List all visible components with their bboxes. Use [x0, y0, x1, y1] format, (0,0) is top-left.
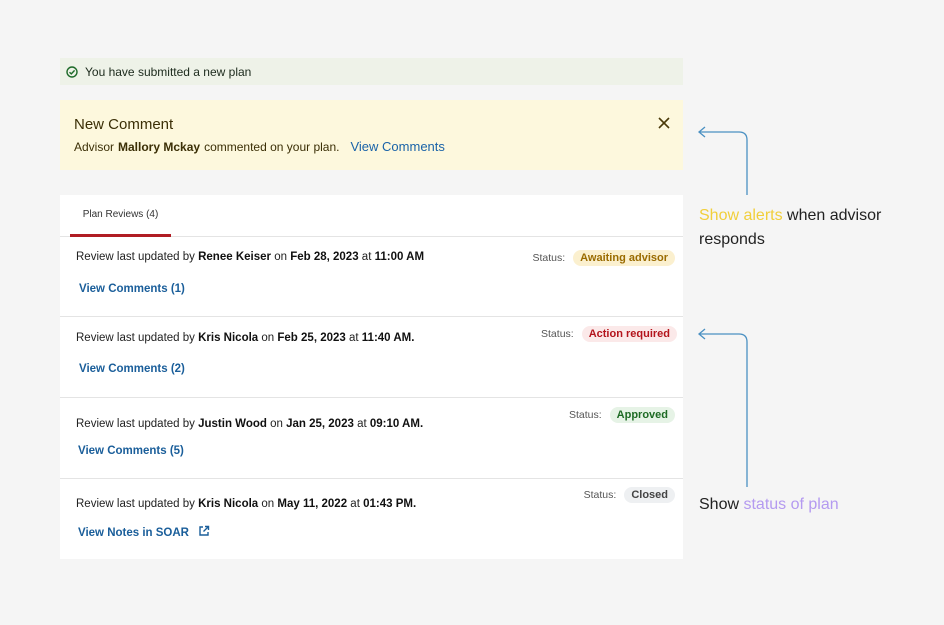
status-label: Status:	[568, 409, 602, 421]
external-link-icon	[198, 525, 210, 537]
status-badge: Approved	[609, 407, 675, 423]
review-time: 11:40 AM.	[361, 332, 415, 344]
alert-prefix: Advisor	[74, 140, 115, 154]
annotation-text: Show	[699, 496, 740, 513]
status-label: Status:	[583, 489, 617, 501]
review-at: at	[361, 251, 372, 263]
view-comments-link[interactable]: View Comments (1)	[79, 283, 185, 295]
review-at: at	[357, 418, 367, 430]
review-date: May 11, 2022	[277, 498, 348, 510]
alert-body: Advisor Mallory Mckay commented on your …	[74, 139, 669, 154]
review-summary: Review last updated by Kris Nicola on Fe…	[76, 332, 414, 344]
review-date: Feb 28, 2023	[290, 251, 359, 263]
review-at: at	[350, 498, 360, 510]
tab-plan-reviews[interactable]: Plan Reviews (4)	[70, 195, 171, 237]
review-on: on	[261, 498, 275, 510]
status-badge: Action required	[581, 326, 677, 342]
status-group: Status: Closed	[584, 487, 675, 503]
status-label: Status:	[541, 328, 574, 340]
review-on: on	[274, 251, 287, 263]
review-date: Feb 25, 2023	[277, 332, 346, 344]
reviewer-name: Kris Nicola	[198, 498, 259, 510]
review-summary: Review last updated by Justin Wood on Ja…	[76, 418, 423, 430]
new-comment-alert: New Comment Advisor Mallory Mckay commen…	[60, 100, 683, 170]
review-row: Review last updated by Justin Wood on Ja…	[60, 398, 683, 479]
success-message: You have submitted a new plan	[85, 64, 252, 79]
status-group: Status: Awaiting advisor	[532, 250, 675, 266]
view-comments-link[interactable]: View Comments (2)	[79, 363, 185, 375]
review-summary: Review last updated by Kris Nicola on Ma…	[76, 498, 416, 510]
view-comments-link[interactable]: View Comments (5)	[78, 445, 184, 457]
plan-reviews-card: Plan Reviews (4) Review last updated by …	[60, 195, 683, 559]
status-group: Status: Action required	[541, 326, 677, 342]
status-group: Status: Approved	[569, 407, 675, 423]
annotation-alerts: Show alerts when advisor responds	[699, 204, 939, 252]
review-row: Review last updated by Kris Nicola on Fe…	[60, 317, 683, 398]
tab-bar: Plan Reviews (4)	[60, 195, 683, 237]
review-intro: Review last updated by	[76, 418, 195, 430]
review-date: Jan 25, 2023	[286, 418, 354, 430]
advisor-name: Mallory Mckay	[118, 140, 201, 154]
view-notes-soar-link[interactable]: View Notes in SOAR	[78, 525, 210, 539]
view-notes-label: View Notes in SOAR	[78, 527, 189, 539]
review-on: on	[261, 332, 275, 344]
annotation-text: responds	[699, 231, 765, 248]
review-intro: Review last updated by	[76, 251, 195, 263]
status-badge: Awaiting advisor	[573, 250, 675, 266]
reviewer-name: Justin Wood	[198, 418, 267, 430]
annotation-highlight: Show alerts	[699, 207, 783, 224]
review-intro: Review last updated by	[76, 498, 195, 510]
reviewer-name: Renee Keiser	[198, 251, 271, 263]
review-time: 11:00 AM	[374, 251, 425, 263]
alert-suffix: commented on your plan.	[204, 140, 340, 154]
view-comments-link[interactable]: View Comments	[350, 139, 444, 154]
check-circle-icon	[66, 65, 78, 78]
annotation-highlight: status of plan	[743, 496, 839, 513]
review-summary: Review last updated by Renee Keiser on F…	[76, 251, 424, 263]
review-intro: Review last updated by	[76, 332, 195, 344]
annotation-text: when advisor	[787, 207, 882, 224]
review-time: 09:10 AM.	[369, 418, 424, 430]
annotation-status: Show status of plan	[699, 493, 939, 517]
success-banner: You have submitted a new plan	[60, 58, 683, 85]
status-label: Status:	[532, 252, 566, 264]
review-row: Review last updated by Kris Nicola on Ma…	[60, 479, 683, 559]
review-time: 01:43 PM.	[363, 498, 417, 510]
status-badge: Closed	[624, 487, 675, 503]
reviewer-name: Kris Nicola	[198, 332, 259, 344]
review-at: at	[349, 332, 359, 344]
review-row: Review last updated by Renee Keiser on F…	[60, 237, 683, 317]
alert-title: New Comment	[74, 116, 174, 133]
close-icon[interactable]	[657, 116, 671, 130]
review-on: on	[270, 418, 283, 430]
